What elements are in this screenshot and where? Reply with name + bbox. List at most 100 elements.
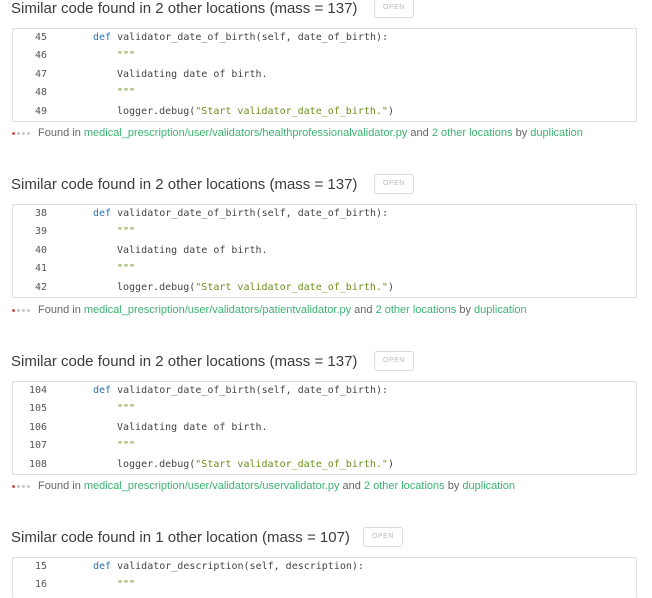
code-line: 46 """	[13, 47, 636, 65]
code-token: logger.debug(	[117, 281, 196, 293]
line-number: 46	[34, 50, 47, 62]
line-number: 41	[34, 263, 47, 275]
code-line: 47 Validating date of birth.	[13, 66, 636, 84]
issue-4: Similar code found in 1 other location (…	[0, 527, 652, 555]
severity-dots-icon	[12, 479, 32, 493]
found-prefix: Found in	[38, 304, 81, 316]
line-number: 42	[34, 281, 47, 293]
issue-title: Similar code found in 2 other locations …	[11, 176, 358, 193]
line-number: 16	[34, 579, 47, 591]
code-token: logger.debug(	[117, 105, 196, 117]
code-text: """	[117, 50, 136, 62]
code-line: 106 Validating date of birth.	[13, 419, 636, 437]
code-text: def validator_description(self, descript…	[93, 561, 364, 572]
other-locations-link[interactable]: 2 other locations	[376, 304, 457, 316]
line-number: 15	[34, 561, 47, 572]
found-in-row: Found in medical_prescription/user/valid…	[12, 303, 527, 317]
line-number: 106	[28, 421, 47, 433]
code-text: """	[117, 263, 136, 275]
by-text: by	[459, 304, 471, 316]
category-link[interactable]: duplication	[530, 127, 583, 139]
code-text: Validating date of birth.	[117, 421, 268, 433]
file-path-link[interactable]: medical_prescription/user/validators/pat…	[84, 304, 351, 316]
string-literal: "Start validator_date_of_birth."	[195, 105, 388, 117]
issue-header: Similar code found in 2 other locations …	[0, 351, 652, 379]
file-path-link[interactable]: medical_prescription/user/validators/hea…	[84, 127, 407, 139]
code-line: 108 logger.debug("Start validator_date_of…	[13, 456, 636, 474]
code-text: """	[117, 403, 136, 415]
category-link[interactable]: duplication	[474, 304, 527, 316]
code-token: )	[387, 105, 394, 117]
code-snippet: 38 def validator_date_of_birth(self, date…	[12, 204, 637, 298]
code-text: def validator_date_of_birth(self, date_o…	[93, 32, 389, 43]
by-text: by	[447, 480, 460, 492]
line-number: 48	[34, 87, 47, 99]
found-prefix: Found in	[38, 480, 81, 492]
other-locations-link[interactable]: 2 other locations	[432, 127, 513, 139]
issue-title: Similar code found in 2 other locations …	[11, 353, 358, 370]
code-line: 49 logger.debug("Start validator_date_of_…	[13, 103, 636, 121]
code-line: 107 """	[13, 437, 636, 455]
code-text: Validating date of birth.	[117, 68, 268, 80]
and-text: and	[354, 304, 373, 316]
code-content: validator_date_of_birth(self, date_of_bi…	[117, 208, 389, 219]
line-number: 47	[34, 68, 47, 80]
code-content: validator_date_of_birth(self, date_of_bi…	[117, 385, 389, 396]
open-button[interactable]: OPEN	[374, 0, 414, 18]
other-locations-link[interactable]: 2 other locations	[364, 480, 445, 492]
code-line: 39 """	[13, 223, 636, 241]
code-text: def validator_date_of_birth(self, date_o…	[93, 208, 389, 219]
code-token: )	[387, 281, 394, 293]
code-content: validator_date_of_birth(self, date_of_bi…	[117, 32, 389, 43]
code-line: 16 """	[13, 576, 636, 594]
line-number: 45	[34, 32, 47, 43]
code-token: )	[387, 458, 394, 470]
line-number: 105	[28, 403, 47, 415]
code-token: logger.debug(	[117, 458, 196, 470]
line-number: 40	[34, 244, 47, 256]
code-text: logger.debug("Start validator_date_of_bi…	[117, 279, 394, 297]
line-number: 38	[34, 208, 47, 219]
open-button[interactable]: OPEN	[363, 527, 403, 547]
code-line: 41 """	[13, 260, 636, 278]
issue-3: Similar code found in 2 other locations …	[0, 351, 652, 379]
open-button[interactable]: OPEN	[374, 351, 414, 371]
code-line: 42 logger.debug("Start validator_date_of_…	[13, 279, 636, 297]
code-line: 48 """	[13, 84, 636, 102]
issue-header: Similar code found in 2 other locations …	[0, 174, 652, 202]
line-number: 49	[34, 105, 47, 117]
severity-dots-icon	[12, 126, 32, 140]
found-in-row: Found in medical_prescription/user/valid…	[12, 479, 515, 493]
open-button[interactable]: OPEN	[374, 174, 414, 194]
line-number: 108	[28, 458, 47, 470]
code-text: Validating date of birth.	[117, 244, 268, 256]
found-in-row: Found in medical_prescription/user/valid…	[12, 126, 583, 140]
code-text: def validator_date_of_birth(self, date_o…	[93, 385, 389, 396]
code-line: 45 def validator_date_of_birth(self, date…	[13, 29, 636, 47]
category-link[interactable]: duplication	[462, 480, 515, 492]
code-line: 38 def validator_date_of_birth(self, date…	[13, 205, 636, 223]
code-snippet: 15 def validator_description(self, descri…	[12, 557, 637, 598]
code-text: """	[117, 87, 136, 99]
string-literal: "Start validator_date_of_birth."	[195, 458, 388, 470]
issue-title: Similar code found in 2 other locations …	[11, 0, 358, 17]
code-snippet: 45 def validator_date_of_birth(self, date…	[12, 28, 637, 122]
code-text: logger.debug("Start validator_date_of_bi…	[117, 456, 394, 474]
line-number: 104	[28, 385, 47, 396]
issue-title: Similar code found in 1 other location (…	[11, 529, 350, 546]
code-line: 40 Validating date of birth.	[13, 242, 636, 260]
issue-2: Similar code found in 2 other locations …	[0, 174, 652, 202]
code-text: """	[117, 440, 136, 452]
line-number: 107	[28, 440, 47, 452]
code-line: 105 """	[13, 400, 636, 418]
code-line: 15 def validator_description(self, descri…	[13, 558, 636, 576]
file-path-link[interactable]: medical_prescription/user/validators/use…	[84, 480, 340, 492]
code-text: """	[117, 226, 136, 238]
code-text: logger.debug("Start validator_date_of_bi…	[117, 103, 394, 121]
and-text: and	[342, 480, 361, 492]
string-literal: "Start validator_date_of_birth."	[195, 281, 388, 293]
and-text: and	[410, 127, 429, 139]
code-content: validator_description(self, description)…	[117, 561, 364, 572]
code-line: 104 def validator_date_of_birth(self, dat…	[13, 382, 636, 400]
line-number: 39	[34, 226, 47, 238]
